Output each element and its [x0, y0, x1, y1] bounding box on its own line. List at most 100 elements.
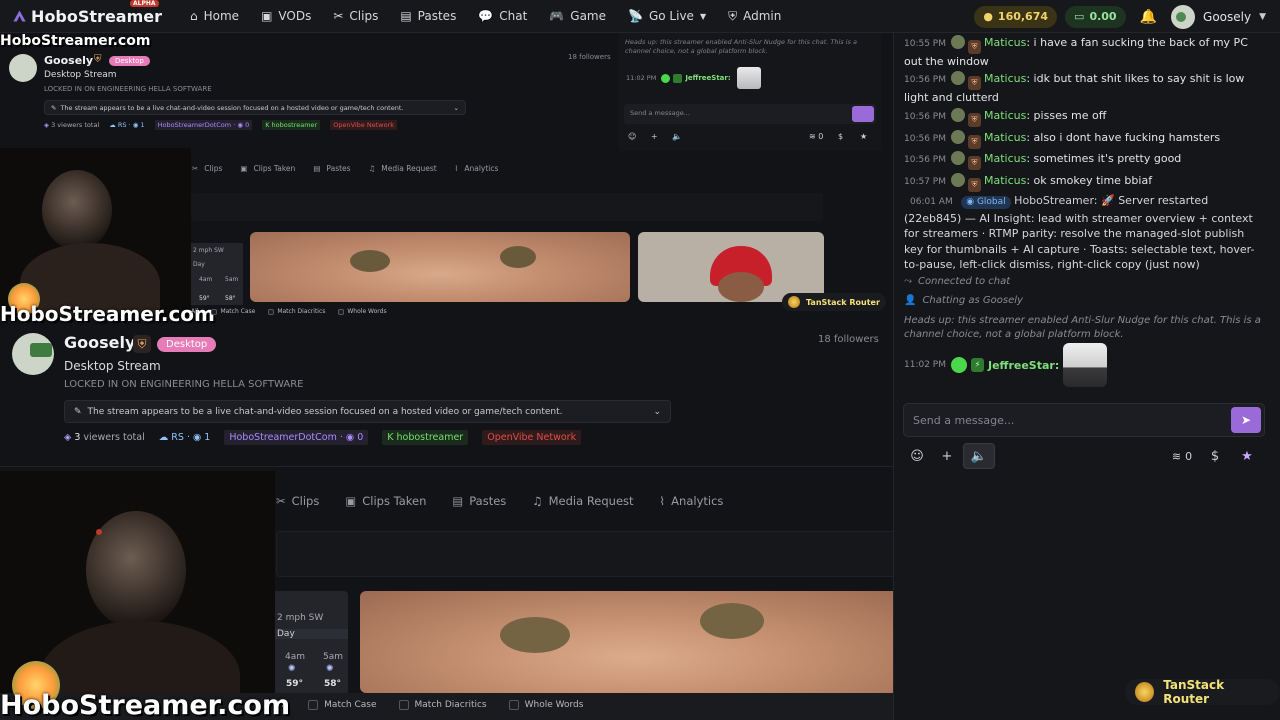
small-tab-analytics[interactable]: ⌇ Analytics [455, 164, 499, 173]
ai-summary[interactable]: ✎ The stream appears to be a live chat-a… [64, 400, 671, 423]
shield-icon: ⛨ [94, 54, 102, 65]
small-tab-clips-taken[interactable]: ▣ Clips Taken [240, 164, 295, 173]
large-tab-analytics[interactable]: ⌇ Analytics [660, 494, 724, 508]
large-filter-whole-words[interactable]: Whole Words [508, 700, 583, 710]
logo[interactable]: HoboStreamer ALPHA [12, 0, 162, 26]
channel-name-small[interactable]: Goosely [44, 54, 93, 67]
favorite-button[interactable]: ★ [1233, 443, 1261, 469]
nav-go-live[interactable]: 📡 Go Live ▼ [628, 9, 706, 23]
chat-message: 10:55 PM ⛨ Maticus: i have a fan sucking t… [904, 35, 1248, 68]
small-tab-media-request[interactable]: ♫ Media Request [369, 164, 437, 173]
checkbox[interactable] [267, 308, 274, 315]
channel-name[interactable]: Goosely [64, 333, 135, 352]
nav-chat[interactable]: 💬 Chat [478, 9, 527, 23]
large-filter-match-diacritics[interactable]: Match Diacritics [398, 700, 487, 710]
small-tab-clips[interactable]: ✂ Clips [192, 164, 222, 173]
chat-message: 10:57 PM ⛨ Maticus: ok smokey time bbiaf [904, 173, 1269, 192]
site-link-small[interactable]: HoboStreamerDotCom · ◉ 0 [154, 120, 253, 130]
coin-stack-icon[interactable]: ≋ 0 [809, 132, 823, 141]
send-button[interactable]: ➤ [1231, 407, 1261, 433]
chat-icon: 💬 [478, 9, 494, 23]
nav-pastes[interactable]: ▤ Pastes [400, 9, 456, 23]
user-icon: 👤 [904, 295, 917, 306]
tip-button[interactable]: $ [1201, 443, 1229, 469]
large-filter-match-case[interactable]: Match Case [308, 700, 377, 710]
tab-icon: ♫ [532, 494, 543, 508]
nav-home[interactable]: ⌂ Home [190, 9, 239, 23]
nav-game[interactable]: 🎮 Game [549, 9, 606, 23]
chat-username[interactable]: Maticus [984, 72, 1026, 85]
stream-subtitle: LOCKED IN ON ENGINEERING HELLA SOFTWARE [64, 379, 304, 390]
small-filter-match-diacritics[interactable]: Match Diacritics [267, 308, 325, 315]
cash-icon: ▭ [1074, 10, 1085, 23]
emoji-icon[interactable]: ☺ [628, 132, 636, 141]
nav-clips[interactable]: ✂ Clips [333, 9, 378, 23]
checkbox[interactable] [508, 700, 519, 710]
tanstack-router-button[interactable]: TanStack Router [1125, 678, 1280, 706]
plus-icon[interactable]: + [651, 132, 658, 141]
shield-icon: ⛨ [728, 8, 738, 23]
large-tab-media-request[interactable]: ♫ Media Request [532, 494, 633, 508]
send-icon[interactable] [852, 106, 874, 122]
emoji-button[interactable]: ☺ [903, 443, 931, 469]
star-icon[interactable]: ★ [860, 132, 867, 141]
volume-icon[interactable]: 🔈 [672, 132, 682, 141]
small-filter-all[interactable]: All [191, 308, 198, 315]
coins-balance[interactable]: ● 160,674 [974, 5, 1058, 28]
inner-chat-input[interactable]: Send a message... [624, 104, 876, 124]
cat-emote [736, 67, 761, 89]
kick-link-small[interactable]: K hobostreamer [262, 120, 321, 130]
nudge-notice: Heads up: this streamer enabled Anti-Slu… [904, 315, 1261, 340]
inner-search-bar [191, 193, 823, 221]
inner-jeffree-msg: 11:02 PM JeffreeStar: [626, 67, 761, 89]
large-tab-clips-taken[interactable]: ▣ Clips Taken [345, 494, 426, 508]
chat-toolbar: ☺ + 🔈 ≋ 0 $ ★ [903, 443, 1265, 469]
webcam-person [86, 511, 186, 629]
large-tab-clips[interactable]: ✂ Clips [276, 494, 319, 508]
inner-chat-panel: Heads up: this streamer enabled Anti-Slu… [619, 33, 881, 151]
tab-icon: ▤ [452, 494, 464, 508]
shield-icon: ⛨ [133, 335, 151, 353]
cash-balance[interactable]: ▭ 0.00 [1065, 5, 1126, 28]
chat-username[interactable]: Maticus [984, 109, 1026, 122]
dollar-icon[interactable]: $ [838, 132, 843, 141]
stream-tabs-small: ✂ Clips ▣ Clips Taken ▤ Pastes ♫ Media Request ⌇… [192, 164, 498, 173]
ai-summary-small[interactable]: ✎ The stream appears to be a live chat-a… [44, 100, 466, 115]
filter-row: All Match Case Match Diacritics Whole Words [275, 700, 597, 710]
network-link-small[interactable]: OpenVibe Network [330, 120, 398, 130]
tts-toggle-button[interactable]: 🔈 [963, 443, 995, 469]
chevron-down-icon: ⌄ [453, 103, 459, 112]
small-filter-whole-words[interactable]: Whole Words [337, 308, 387, 315]
nav-vods[interactable]: ▣ VODs [261, 9, 311, 23]
checkbox[interactable] [398, 700, 409, 710]
bell-icon[interactable]: 🔔 [1140, 9, 1157, 25]
stream-area: HoboStreamer.com Goosely ⛨ Desktop Deskt… [0, 33, 893, 720]
checkbox[interactable] [210, 308, 217, 315]
coin-stack-icon: ≋ [1171, 449, 1182, 463]
chat-message-input[interactable] [904, 404, 1204, 436]
cloud-icon: ✺ [288, 664, 296, 674]
nav-admin[interactable]: ⛨ Admin [728, 9, 781, 24]
jeffree-username[interactable]: JeffreeStar: [988, 359, 1059, 372]
emoji-icon: ☺ [910, 448, 924, 464]
coins-button[interactable]: ≋ 0 [1165, 443, 1199, 469]
chat-username[interactable]: Maticus [984, 36, 1026, 49]
tanstack-router-small[interactable]: TanStack Router [782, 293, 886, 311]
channel-avatar[interactable] [12, 333, 54, 375]
checkbox[interactable] [308, 700, 319, 710]
avatar[interactable] [1171, 4, 1196, 29]
user-menu-name[interactable]: Goosely [1203, 10, 1251, 24]
tanstack-icon [1135, 682, 1155, 702]
network-link[interactable]: OpenVibe Network [482, 430, 582, 445]
site-link[interactable]: HoboStreamerDotCom · ◉ 0 [224, 430, 369, 445]
kick-link[interactable]: K hobostreamer [382, 430, 469, 445]
chat-username[interactable]: Maticus [984, 152, 1026, 165]
chevron-down-icon[interactable]: ▼ [1259, 12, 1266, 22]
add-button[interactable]: + [933, 443, 961, 469]
large-tab-pastes[interactable]: ▤ Pastes [452, 494, 506, 508]
chat-username[interactable]: Maticus [984, 131, 1026, 144]
small-tab-pastes[interactable]: ▤ Pastes [313, 164, 350, 173]
small-filter-match-case[interactable]: Match Case [210, 308, 255, 315]
checkbox[interactable] [337, 308, 344, 315]
chat-username[interactable]: Maticus [984, 174, 1026, 187]
